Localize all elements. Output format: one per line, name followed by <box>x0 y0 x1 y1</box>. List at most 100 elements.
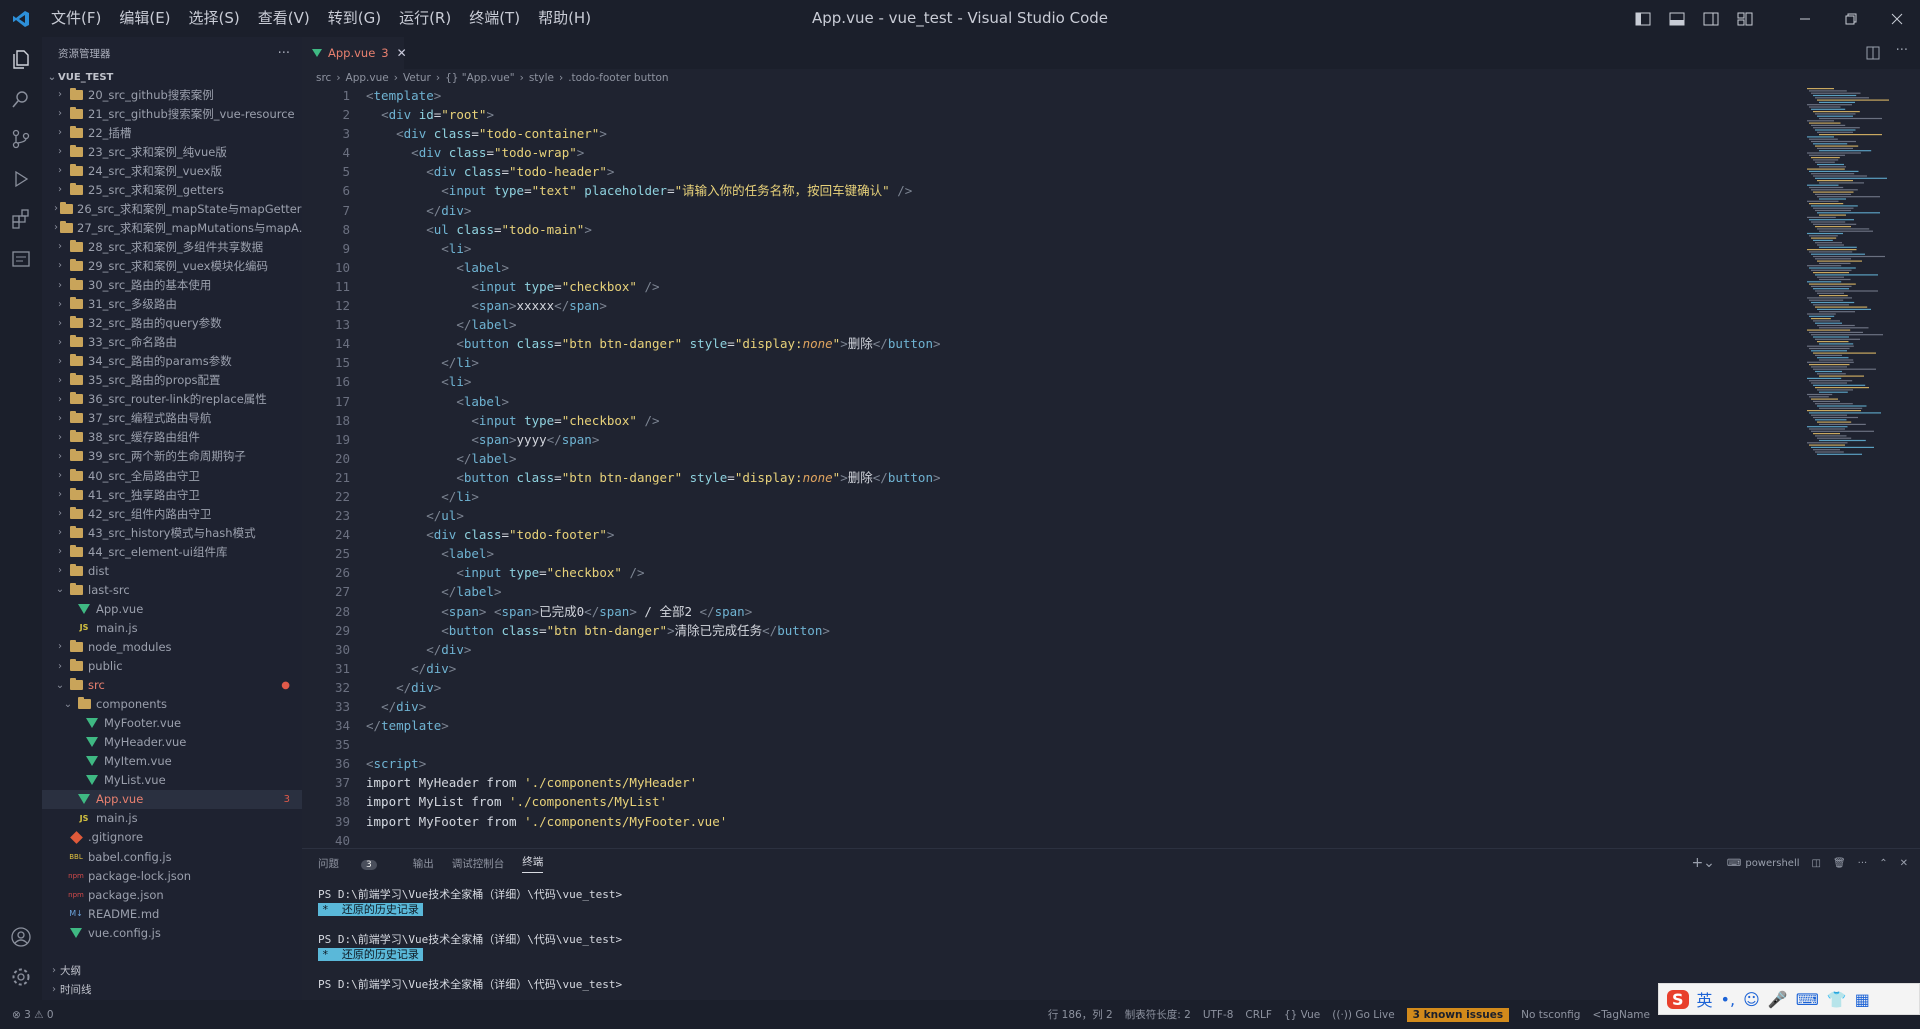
minimap[interactable] <box>1803 86 1908 848</box>
tree-item[interactable]: › 44_src_element-ui组件库 <box>42 542 302 561</box>
tree-item[interactable]: › public <box>42 657 302 676</box>
tree-item[interactable]: › 22_插槽 <box>42 123 302 142</box>
encoding[interactable]: UTF-8 <box>1203 1009 1234 1021</box>
tree-item[interactable]: ⌄ last-src <box>42 580 302 599</box>
tree-item[interactable]: › 35_src_路由的props配置 <box>42 371 302 390</box>
tree-item[interactable]: App.vue 3 <box>42 789 302 809</box>
emoji-icon[interactable]: ☺ <box>1743 990 1760 1009</box>
tree-item[interactable]: › 30_src_路由的基本使用 <box>42 276 302 295</box>
tab-output[interactable]: 输出 <box>413 856 434 871</box>
tree-item[interactable]: › 21_src_github搜索案例_vue-resource <box>42 104 302 123</box>
tab-problems[interactable]: 问题 3 <box>318 856 395 871</box>
skin-icon[interactable]: 👕 <box>1827 990 1847 1009</box>
minimize-icon[interactable] <box>1782 0 1828 37</box>
tree-item[interactable]: › 27_src_求和案例_mapMutations与mapA... <box>42 218 302 237</box>
tree-item[interactable]: › 24_src_求和案例_vuex版 <box>42 161 302 180</box>
explorer-icon[interactable] <box>0 39 42 79</box>
tree-item[interactable]: › 34_src_路由的params参数 <box>42 352 302 371</box>
menu-file[interactable]: 文件(F) <box>42 0 110 37</box>
tagname-status[interactable]: <TagName <box>1592 1009 1650 1021</box>
cursor-position[interactable]: 行 186，列 2 <box>1048 1007 1113 1022</box>
menu-go[interactable]: 转到(G) <box>319 0 390 37</box>
toggle-panel-icon[interactable] <box>1660 0 1694 37</box>
account-icon[interactable] <box>0 917 42 957</box>
workspace-root[interactable]: ⌄ VUE_TEST <box>42 69 302 85</box>
tree-item[interactable]: ⌄ src ● <box>42 676 302 695</box>
tsconfig-status[interactable]: No tsconfig <box>1521 1009 1580 1021</box>
tree-item[interactable]: › 23_src_求和案例_纯vue版 <box>42 142 302 161</box>
ime-language[interactable]: 英 <box>1697 987 1713 1011</box>
tree-item[interactable]: › 20_src_github搜索案例 <box>42 85 302 104</box>
tree-item[interactable]: › 41_src_独享路由守卫 <box>42 485 302 504</box>
source-control-icon[interactable] <box>0 119 42 159</box>
breadcrumb-item[interactable]: style <box>529 72 554 84</box>
new-terminal-icon[interactable]: +⌄ <box>1691 855 1714 871</box>
tree-item[interactable]: › 38_src_缓存路由组件 <box>42 428 302 447</box>
punctuation-icon[interactable]: •, <box>1721 990 1736 1009</box>
settings-gear-icon[interactable] <box>0 957 42 997</box>
tree-item[interactable]: MyHeader.vue <box>42 733 302 752</box>
menu-edit[interactable]: 编辑(E) <box>110 0 179 37</box>
keyboard-icon[interactable]: ⌨ <box>1796 990 1819 1009</box>
terminal-shell-name[interactable]: powershell <box>1745 858 1799 869</box>
tab-terminal[interactable]: 终端 <box>522 854 544 873</box>
sogou-logo-icon[interactable]: S <box>1667 989 1689 1009</box>
tree-item[interactable]: › 40_src_全局路由守卫 <box>42 466 302 485</box>
tab-size[interactable]: 制表符长度: 2 <box>1125 1007 1191 1022</box>
tree-item[interactable]: MyFooter.vue <box>42 714 302 733</box>
language-mode[interactable]: {} Vue <box>1284 1009 1320 1021</box>
close-tab-icon[interactable]: ✕ <box>397 46 407 60</box>
tree-item[interactable]: › node_modules <box>42 637 302 656</box>
search-icon[interactable] <box>0 79 42 119</box>
toggle-secondary-sidebar-icon[interactable] <box>1694 0 1728 37</box>
code-content[interactable]: <template> <div id="root"> <div class="t… <box>366 86 941 848</box>
close-window-icon[interactable] <box>1874 0 1920 37</box>
restore-icon[interactable] <box>1828 0 1874 37</box>
close-panel-icon[interactable]: ✕ <box>1900 858 1908 869</box>
editor-more-icon[interactable]: ··· <box>1896 43 1908 58</box>
tree-item[interactable]: App.vue <box>42 599 302 618</box>
maximize-panel-icon[interactable]: ⌃ <box>1879 858 1887 869</box>
tree-item[interactable]: npm package-lock.json <box>42 866 302 885</box>
tree-item[interactable]: npm package.json <box>42 885 302 904</box>
tree-item[interactable]: › 26_src_求和案例_mapState与mapGetters <box>42 199 302 218</box>
more-actions-icon[interactable]: ··· <box>278 46 290 61</box>
tree-item[interactable]: › 31_src_多级路由 <box>42 295 302 314</box>
split-editor-icon[interactable] <box>1866 45 1880 64</box>
toggle-sidebar-icon[interactable] <box>1626 0 1660 37</box>
menu-selection[interactable]: 选择(S) <box>180 0 249 37</box>
tree-item[interactable]: › 36_src_router-link的replace属性 <box>42 390 302 409</box>
tree-item[interactable]: .gitignore <box>42 828 302 847</box>
tree-item[interactable]: JS main.js <box>42 618 302 637</box>
tree-item[interactable]: › 43_src_history模式与hash模式 <box>42 523 302 542</box>
extensions-icon[interactable] <box>0 199 42 239</box>
tab-debug-console[interactable]: 调试控制台 <box>452 856 505 871</box>
menu-help[interactable]: 帮助(H) <box>529 0 600 37</box>
remote-explorer-icon[interactable] <box>0 239 42 279</box>
tree-item[interactable]: › 29_src_求和案例_vuex模块化编码 <box>42 256 302 275</box>
tree-item[interactable]: › 39_src_两个新的生命周期钩子 <box>42 447 302 466</box>
kill-terminal-icon[interactable]: 🗑 <box>1833 858 1846 869</box>
known-issues-badge[interactable]: 3 known issues <box>1406 1007 1510 1022</box>
microphone-icon[interactable]: 🎤 <box>1768 990 1788 1009</box>
code-editor[interactable]: 1 2 3 4 5 6 7 8 9 10 11 12 13 14 15 16 17 18 19 20 21 22 23 24 2… <box>302 86 1920 848</box>
tree-item[interactable]: › 25_src_求和案例_getters <box>42 180 302 199</box>
breadcrumb-item[interactable]: {} "App.vue" <box>445 72 515 84</box>
tree-item[interactable]: M↓ README.md <box>42 904 302 923</box>
tree-item[interactable]: › dist <box>42 561 302 580</box>
tree-item[interactable]: ⌄ components <box>42 695 302 714</box>
go-live-button[interactable]: ((·)) Go Live <box>1332 1009 1394 1021</box>
tree-item[interactable]: › 42_src_组件内路由守卫 <box>42 504 302 523</box>
tree-item[interactable]: BBL babel.config.js <box>42 847 302 866</box>
split-terminal-icon[interactable]: ◫ <box>1812 858 1821 869</box>
tab-app-vue[interactable]: App.vue 3 ✕ <box>302 37 407 69</box>
tree-item[interactable]: › 28_src_求和案例_多组件共享数据 <box>42 237 302 256</box>
tree-item[interactable]: › 32_src_路由的query参数 <box>42 314 302 333</box>
run-debug-icon[interactable] <box>0 159 42 199</box>
toolbox-icon[interactable]: ▦ <box>1855 990 1870 1009</box>
menu-terminal[interactable]: 终端(T) <box>460 0 529 37</box>
tree-item[interactable]: vue.config.js <box>42 923 302 942</box>
breadcrumb-item[interactable]: src <box>316 72 331 84</box>
panel-more-icon[interactable]: ··· <box>1858 858 1868 869</box>
terminal-output[interactable]: PS D:\前端学习\Vue技术全家桶（详细）\代码\vue_test> * 还… <box>302 877 1920 992</box>
